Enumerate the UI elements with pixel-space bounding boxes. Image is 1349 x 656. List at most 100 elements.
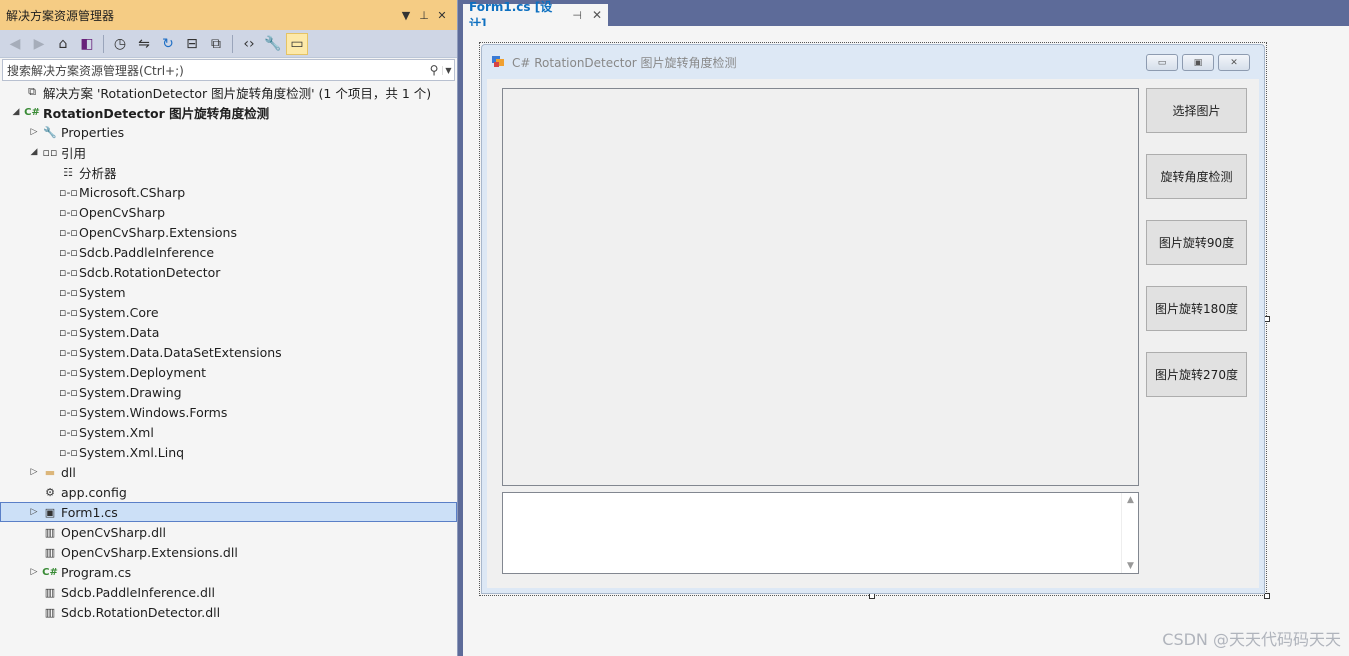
tree-item[interactable]: ▫-▫ System.Deployment [0,362,457,382]
tree-item[interactable]: ▥ Sdcb.RotationDetector.dll [0,602,457,622]
tree-item[interactable]: ▫-▫ System.Data.DataSetExtensions [0,342,457,362]
tree-item[interactable]: ▫-▫ System.Drawing [0,382,457,402]
document-tab-strip: Form1.cs [设计] ⊣ ✕ [459,0,1349,31]
solution-explorer-search-box[interactable]: 搜索解决方案资源管理器(Ctrl+;) ⚲ ▼ [2,59,455,81]
code-view-icon[interactable]: ‹› [238,33,260,55]
properties-wrench-icon[interactable]: 🔧 [262,33,284,55]
detect-rotation-button[interactable]: 旋转角度检测 [1146,154,1247,199]
close-window-icon[interactable]: ✕ [1218,54,1250,71]
solution-icon: ⧉ [28,85,36,98]
tree-item[interactable]: ⧉ 解决方案 'RotationDetector 图片旋转角度检测' (1 个项目… [0,82,457,102]
tree-item-label: System.Data.DataSetExtensions [79,344,282,360]
tab-pin-icon[interactable]: ⊣ [572,9,582,22]
tree-item[interactable]: ▫-▫ Sdcb.RotationDetector [0,262,457,282]
expander-arrow-icon[interactable]: ◢ [27,147,41,157]
tree-item-label: System.Drawing [79,384,182,400]
tree-item[interactable]: ◢ C# RotationDetector 图片旋转角度检测 [0,102,457,122]
picture-box[interactable] [502,88,1139,486]
expander-arrow-icon[interactable]: ◢ [9,107,23,117]
tree-item-label: 引用 [61,145,87,161]
tree-item[interactable]: ▫-▫ OpenCvSharp.Extensions [0,222,457,242]
sync-icon[interactable]: ⇋ [133,33,155,55]
minimize-icon[interactable]: ▭ [1146,54,1178,71]
tree-item-label: RotationDetector 图片旋转角度检测 [43,105,270,121]
tree-item[interactable]: ▷ ▣ Form1.cs [0,502,457,522]
auto-hide-pin-icon[interactable]: ⊥ [415,9,433,22]
preview-icon[interactable]: ▭ [286,32,308,55]
rotate-90-button[interactable]: 图片旋转90度 [1146,220,1247,265]
tree-item[interactable]: ▥ Sdcb.PaddleInference.dll [0,582,457,602]
toolbar-separator [232,34,233,53]
vs-switch-icon[interactable]: ◧ [76,33,98,55]
output-textbox[interactable]: ▲ ▼ [502,492,1139,574]
tree-item-label: System.Xml [79,424,154,440]
rotate-270-button[interactable]: 图片旋转270度 [1146,352,1247,397]
close-panel-icon[interactable]: ✕ [433,9,451,22]
tree-item[interactable]: ▫-▫ System [0,282,457,302]
expander-arrow-icon[interactable]: ▷ [27,127,41,137]
history-icon[interactable]: ◷ [109,33,131,55]
tree-item[interactable]: ☷ 分析器 [0,162,457,182]
tree-item[interactable]: ▷ C# Program.cs [0,562,457,582]
reference-icon: ▫-▫ [59,305,78,319]
tree-item[interactable]: ▫-▫ Sdcb.PaddleInference [0,242,457,262]
expander-arrow-icon[interactable]: ▷ [27,467,41,477]
window-position-dropdown-icon[interactable]: ▼ [397,9,415,22]
solution-explorer-panel: 解决方案资源管理器 ▼ ⊥ ✕ ◀ ▶ ⌂ ◧ ◷ ⇋ ↻ ⊟ ⧉ ‹› 🔧 ▭… [0,0,458,656]
forward-icon[interactable]: ▶ [28,33,50,55]
textbox-vertical-scrollbar[interactable]: ▲ ▼ [1121,493,1138,573]
toolbar-separator [103,34,104,53]
tree-item-label: 解决方案 'RotationDetector 图片旋转角度检测' (1 个项目，… [43,85,432,101]
tree-item-label: Program.cs [61,564,132,580]
reference-icon: ▫-▫ [59,225,78,239]
tree-item[interactable]: ▥ OpenCvSharp.Extensions.dll [0,542,457,562]
reference-icon: ▫-▫ [59,345,78,359]
tree-item-label: OpenCvSharp.dll [61,524,166,540]
reference-icon: ▫-▫ [59,245,78,259]
tree-item[interactable]: ▫-▫ System.Windows.Forms [0,402,457,422]
expander-arrow-icon[interactable]: ▷ [27,567,41,577]
tree-item[interactable]: ▫-▫ System.Xml.Linq [0,442,457,462]
refresh-icon[interactable]: ↻ [157,33,179,55]
solution-tree: ⧉ 解决方案 'RotationDetector 图片旋转角度检测' (1 个项目… [0,82,457,622]
tree-item[interactable]: ▫-▫ System.Core [0,302,457,322]
reference-icon: ▫-▫ [59,425,78,439]
maximize-icon[interactable]: ▣ [1182,54,1214,71]
tab-form1-designer[interactable]: Form1.cs [设计] ⊣ ✕ [463,0,608,31]
collapse-all-icon[interactable]: ⊟ [181,33,203,55]
tree-item[interactable]: ▫-▫ System.Xml [0,422,457,442]
tree-item[interactable]: ▫-▫ OpenCvSharp [0,202,457,222]
tree-item[interactable]: ⚙ app.config [0,482,457,502]
reference-icon: ▫-▫ [59,385,78,399]
scroll-down-icon[interactable]: ▼ [1122,561,1139,571]
solution-explorer-title-bar: 解决方案资源管理器 ▼ ⊥ ✕ [0,0,457,30]
wrench-icon: 🔧 [43,125,57,139]
form1-window[interactable]: C# RotationDetector 图片旋转角度检测 ▭ ▣ ✕ ▲ ▼ 选… [481,44,1265,594]
tree-item[interactable]: ▷ 🔧 Properties [0,122,457,142]
reference-icon: ▫-▫ [59,185,78,199]
form-client-area: ▲ ▼ 选择图片 旋转角度检测 图片旋转90度 图片旋转180度 图片旋转270… [487,79,1259,588]
tree-item-label: System.Xml.Linq [79,444,185,460]
tree-item[interactable]: ▫-▫ System.Data [0,322,457,342]
tree-item[interactable]: ▷ ▬ dll [0,462,457,482]
tab-close-icon[interactable]: ✕ [592,8,602,22]
search-options-dropdown-icon[interactable]: ▼ [442,65,454,75]
search-icon[interactable]: ⚲ [426,63,442,77]
tree-item-label: OpenCvSharp [79,204,166,220]
search-input[interactable]: 搜索解决方案资源管理器(Ctrl+;) [7,62,426,79]
reference-icon: ▫-▫ [59,205,78,219]
home-icon[interactable]: ⌂ [52,33,74,55]
expander-arrow-icon[interactable]: ▷ [27,507,41,517]
tree-item[interactable]: ▥ OpenCvSharp.dll [0,522,457,542]
tree-item[interactable]: ▫-▫ Microsoft.CSharp [0,182,457,202]
rotate-180-button[interactable]: 图片旋转180度 [1146,286,1247,331]
tree-item-label: Form1.cs [61,504,118,520]
tree-item[interactable]: ◢ ▫▫ 引用 [0,142,457,162]
back-icon[interactable]: ◀ [4,33,26,55]
scroll-up-icon[interactable]: ▲ [1122,495,1139,505]
select-image-button[interactable]: 选择图片 [1146,88,1247,133]
copy-icon[interactable]: ⧉ [205,33,227,55]
tree-item-label: Sdcb.RotationDetector [79,264,221,280]
tree-item-label: System.Windows.Forms [79,404,228,420]
dll-file-icon: ▥ [44,585,56,599]
